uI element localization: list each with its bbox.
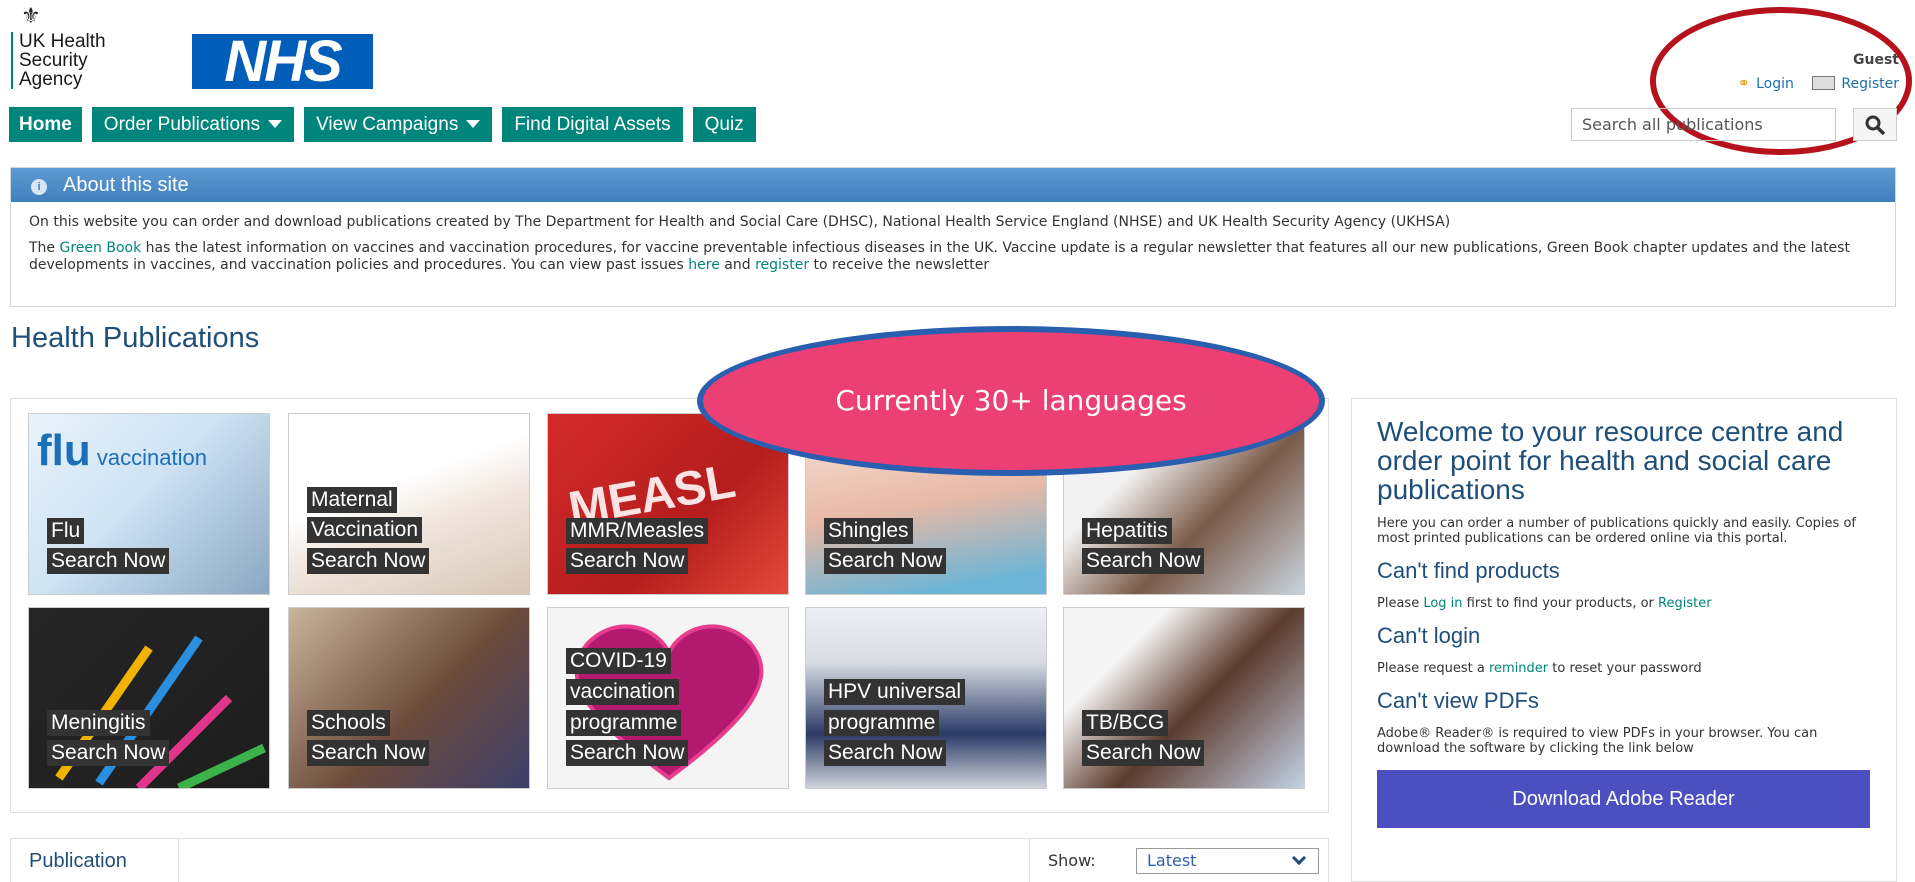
- search-now-button[interactable]: Search Now: [307, 548, 430, 574]
- nav-order-publications[interactable]: Order Publications: [91, 107, 295, 142]
- tile-label: vaccination: [566, 679, 680, 705]
- search-now-button[interactable]: Search Now: [1082, 740, 1205, 766]
- caret-down-icon: [466, 120, 481, 128]
- search-now-button[interactable]: Search Now: [47, 740, 170, 766]
- newsletter-register-link[interactable]: register: [755, 257, 809, 273]
- nav-view-campaigns[interactable]: View Campaigns: [304, 107, 493, 142]
- past-issues-link[interactable]: here: [688, 257, 720, 273]
- tile-label: programme: [824, 710, 940, 736]
- search-now-button[interactable]: Search Now: [566, 740, 689, 766]
- chevron-down-icon: [1291, 850, 1307, 866]
- welcome-intro: Here you can order a number of publicati…: [1377, 516, 1856, 546]
- nav-home-label: Home: [19, 114, 72, 135]
- show-select-value: Latest: [1147, 851, 1197, 870]
- tile-label: Maternal: [307, 487, 397, 513]
- show-select[interactable]: Latest: [1136, 848, 1319, 874]
- publication-bar: Publication Show: Latest: [10, 838, 1329, 882]
- tab-publication[interactable]: Publication: [11, 839, 179, 882]
- search-now-button[interactable]: Search Now: [824, 740, 947, 766]
- pdf-text: Adobe® Reader® is required to view PDFs …: [1377, 726, 1818, 756]
- about-text: The: [29, 240, 60, 256]
- tile-hpv-universal[interactable]: HPV universal programme Search Now: [805, 607, 1047, 789]
- nav-campaigns-label: View Campaigns: [316, 114, 459, 135]
- cant-view-pdfs-heading: Can't view PDFs: [1377, 688, 1539, 713]
- about-title: About this site: [63, 174, 189, 196]
- nav-quiz-label: Quiz: [704, 114, 744, 135]
- tile-label: MMR/Measles: [566, 518, 709, 544]
- welcome-text: to reset your password: [1548, 661, 1702, 676]
- welcome-text: Please: [1377, 596, 1424, 611]
- tile-label: COVID-19: [566, 648, 671, 674]
- search-icon: [1865, 115, 1886, 136]
- nav-quiz[interactable]: Quiz: [692, 107, 756, 142]
- nav-assets-label: Find Digital Assets: [514, 114, 671, 135]
- tile-maternal-vaccination[interactable]: Maternal Vaccination Search Now: [288, 413, 530, 595]
- languages-callout: Currently 30+ languages: [697, 326, 1325, 476]
- green-book-link[interactable]: Green Book: [60, 240, 142, 256]
- tile-label: TB/BCG: [1082, 710, 1169, 736]
- nav-home[interactable]: Home: [9, 107, 82, 142]
- welcome-text: Please request a: [1377, 661, 1489, 676]
- show-label: Show:: [1029, 839, 1096, 882]
- ukhsa-line-3: Agency: [19, 69, 83, 90]
- nhs-logo[interactable]: NHS: [192, 33, 373, 91]
- tile-schools[interactable]: Schools Search Now: [288, 607, 530, 789]
- tile-label: Schools: [307, 710, 390, 736]
- tile-label: Vaccination: [307, 517, 423, 543]
- about-body: On this website you can order and downlo…: [11, 202, 1895, 286]
- welcome-title: Welcome to your resource centre and orde…: [1377, 416, 1844, 505]
- ukhsa-logo[interactable]: UK Health Security Agency: [11, 32, 106, 89]
- search-now-button[interactable]: Search Now: [47, 548, 170, 574]
- page-title: Health Publications: [11, 322, 260, 354]
- welcome-panel: Welcome to your resource centre and orde…: [1351, 398, 1897, 882]
- cant-login-text: Please request a reminder to reset your …: [1377, 661, 1871, 676]
- search-input[interactable]: Search all publications: [1571, 108, 1836, 141]
- search-now-button[interactable]: Search Now: [824, 548, 947, 574]
- register-link-panel[interactable]: Register: [1658, 596, 1712, 611]
- log-in-link[interactable]: Log in: [1423, 596, 1462, 611]
- welcome-text: first to find your products, or: [1462, 596, 1659, 611]
- reminder-link[interactable]: reminder: [1489, 661, 1548, 676]
- search-now-button[interactable]: Search Now: [307, 740, 430, 766]
- about-paragraph-2: The Green Book has the latest informatio…: [29, 240, 1877, 274]
- tile-label: Hepatitis: [1082, 518, 1172, 544]
- about-text: to receive the newsletter: [809, 257, 990, 273]
- about-header[interactable]: i About this site: [11, 168, 1895, 202]
- nav-order-label: Order Publications: [103, 114, 261, 135]
- search-now-button[interactable]: Search Now: [1082, 548, 1205, 574]
- search-now-button[interactable]: Search Now: [566, 548, 689, 574]
- flu-image: flu vaccination: [37, 426, 207, 475]
- tile-tb-bcg[interactable]: TB/BCG Search Now: [1063, 607, 1305, 789]
- about-panel: i About this site On this website you can…: [10, 167, 1896, 307]
- about-text: and: [719, 257, 756, 273]
- nav-find-digital-assets[interactable]: Find Digital Assets: [502, 107, 683, 142]
- cant-find-heading: Can't find products: [1377, 558, 1560, 583]
- tile-meningitis[interactable]: Meningitis Search Now: [28, 607, 270, 789]
- main-nav: Home Order Publications View Campaigns F…: [9, 107, 756, 142]
- cant-login-heading: Can't login: [1377, 623, 1481, 648]
- search-button[interactable]: [1853, 108, 1897, 141]
- tile-label: Meningitis: [47, 710, 150, 736]
- tile-label: Flu: [47, 518, 85, 544]
- tile-covid19[interactable]: COVID-19 vaccination programme Search No…: [547, 607, 789, 789]
- crest-icon: ⚜: [21, 3, 41, 28]
- download-adobe-reader-button[interactable]: Download Adobe Reader: [1377, 770, 1870, 828]
- info-icon: i: [31, 179, 47, 195]
- about-paragraph-1: On this website you can order and downlo…: [29, 214, 1451, 230]
- tile-label: Shingles: [824, 518, 913, 544]
- cant-find-text: Please Log in first to find your product…: [1377, 596, 1871, 611]
- ukhsa-line-1: UK Health: [19, 31, 106, 52]
- tile-label: programme: [566, 710, 682, 736]
- tile-label: HPV universal: [824, 679, 966, 705]
- ukhsa-line-2: Security: [19, 50, 88, 71]
- caret-down-icon: [268, 120, 283, 128]
- tile-flu[interactable]: flu vaccination Flu Search Now: [28, 413, 270, 595]
